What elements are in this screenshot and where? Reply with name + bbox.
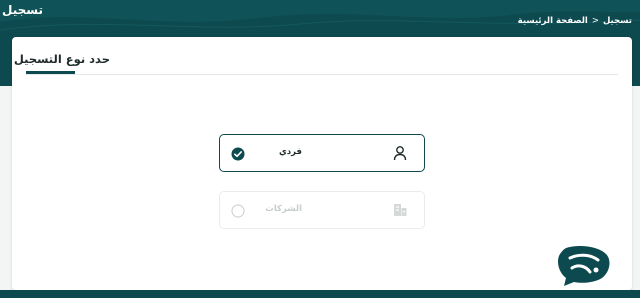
breadcrumb-separator: < [591,16,599,26]
breadcrumb-home-link[interactable]: الصفحة الرئيسية [518,16,588,26]
breadcrumb-current: تسجيل [602,16,632,26]
chat-widget-icon[interactable] [556,244,612,286]
title-underline [26,71,75,74]
page-title: تسجيل [2,3,43,17]
registration-type-card: حدد نوع التسجيل فردي الشركات [12,37,632,290]
breadcrumb: تسجيل < الصفحة الرئيسية [518,16,632,26]
user-icon [393,146,407,161]
option-companies[interactable]: الشركات [219,191,425,229]
footer-bar [0,290,640,298]
radio-unchecked-icon[interactable] [231,204,245,218]
radio-checked-icon[interactable] [231,147,245,161]
title-divider [26,74,618,75]
company-icon [394,204,407,216]
option-individual-label: فردي [278,147,302,157]
card-title: حدد نوع التسجيل [13,52,110,66]
option-individual[interactable]: فردي [219,134,425,172]
option-companies-label: الشركات [265,204,302,214]
